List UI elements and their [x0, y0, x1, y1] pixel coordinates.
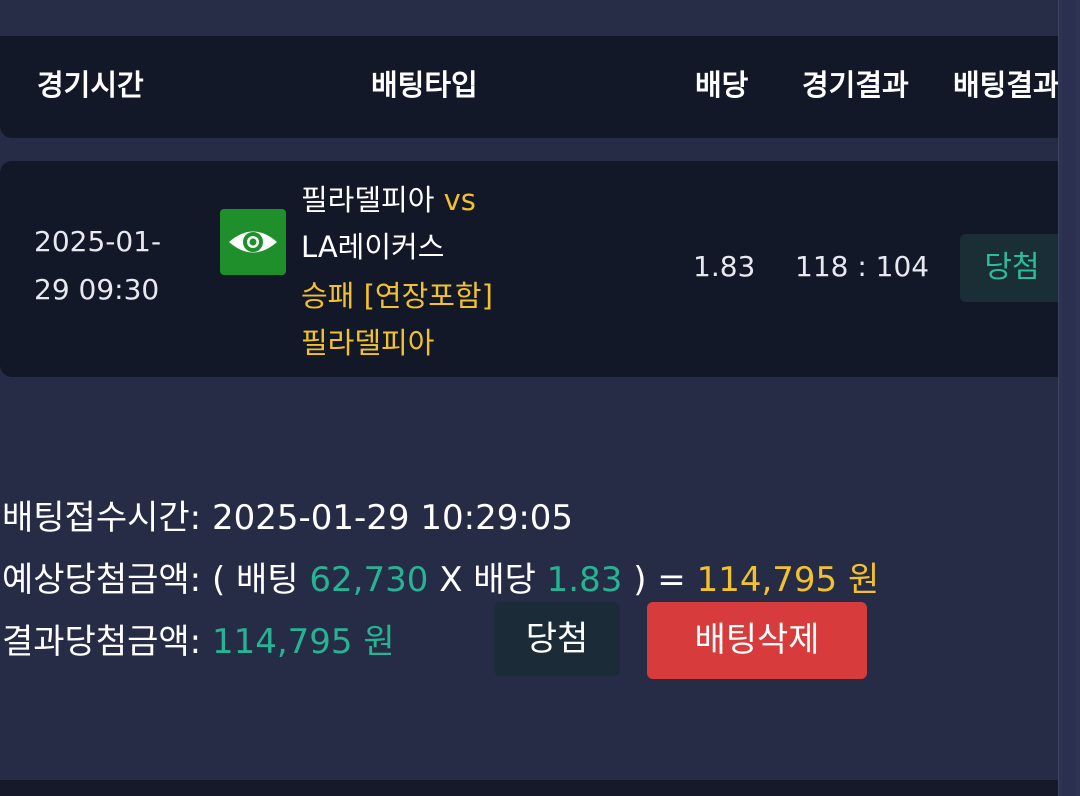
- received-time-line: 배팅접수시간: 2025-01-29 10:29:05: [2, 490, 573, 539]
- expected-open: ( 배팅: [211, 560, 299, 600]
- bet-market: 승패 [연장포함]: [301, 279, 493, 313]
- away-team: LA레이커스: [301, 230, 445, 264]
- result-amount: 114,795 원: [211, 622, 395, 662]
- top-strip: [0, 0, 1060, 36]
- bet-row: 2025-01- 29 09:30 필라델피아 vs LA레이커스 승패 [연장…: [0, 161, 1080, 377]
- bottom-bar: [0, 780, 1058, 796]
- header-game-result: 경기결과: [802, 68, 909, 102]
- expected-amount-line: 예상당첨금액: ( 배팅 62,730 X 배당 1.83 ) = 114,79…: [2, 552, 879, 601]
- result-badge: 당첨: [960, 234, 1064, 302]
- home-team: 필라델피아: [301, 183, 435, 217]
- win-button[interactable]: 당첨: [494, 602, 620, 676]
- header-game-time: 경기시간: [37, 68, 144, 102]
- match-teams: 필라델피아 vs: [301, 177, 476, 219]
- received-label: 배팅접수시간:: [2, 498, 202, 538]
- delete-bet-button[interactable]: 배팅삭제: [647, 602, 867, 679]
- header-odds: 배당: [695, 68, 749, 102]
- table-header: 경기시간 배팅타입 배당 경기결과 배팅결과: [0, 36, 1080, 138]
- stake-value: 62,730: [309, 560, 429, 600]
- scrollbar-thumb[interactable]: [1062, 0, 1076, 796]
- expected-close: ) =: [633, 560, 686, 600]
- header-bet-result: 배팅결과: [953, 68, 1060, 102]
- result-label: 결과당첨금액:: [2, 622, 202, 662]
- expected-amount: 114,795 원: [696, 560, 880, 600]
- game-score: 118 : 104: [795, 250, 930, 283]
- received-value: 2025-01-29 10:29:05: [211, 498, 574, 538]
- vs-label: vs: [443, 183, 476, 217]
- eye-icon[interactable]: [220, 209, 286, 275]
- game-time: 29 09:30: [34, 273, 160, 306]
- result-amount-line: 결과당첨금액: 114,795 원: [2, 614, 395, 663]
- odds-value: 1.83: [693, 250, 756, 283]
- times-odds-label: X 배당: [439, 560, 536, 600]
- expected-label: 예상당첨금액:: [2, 560, 202, 600]
- header-bet-type: 배팅타입: [371, 68, 478, 102]
- summary-odds-value: 1.83: [546, 560, 623, 600]
- bet-pick: 필라델피아: [301, 326, 435, 360]
- game-date: 2025-01-: [34, 225, 162, 258]
